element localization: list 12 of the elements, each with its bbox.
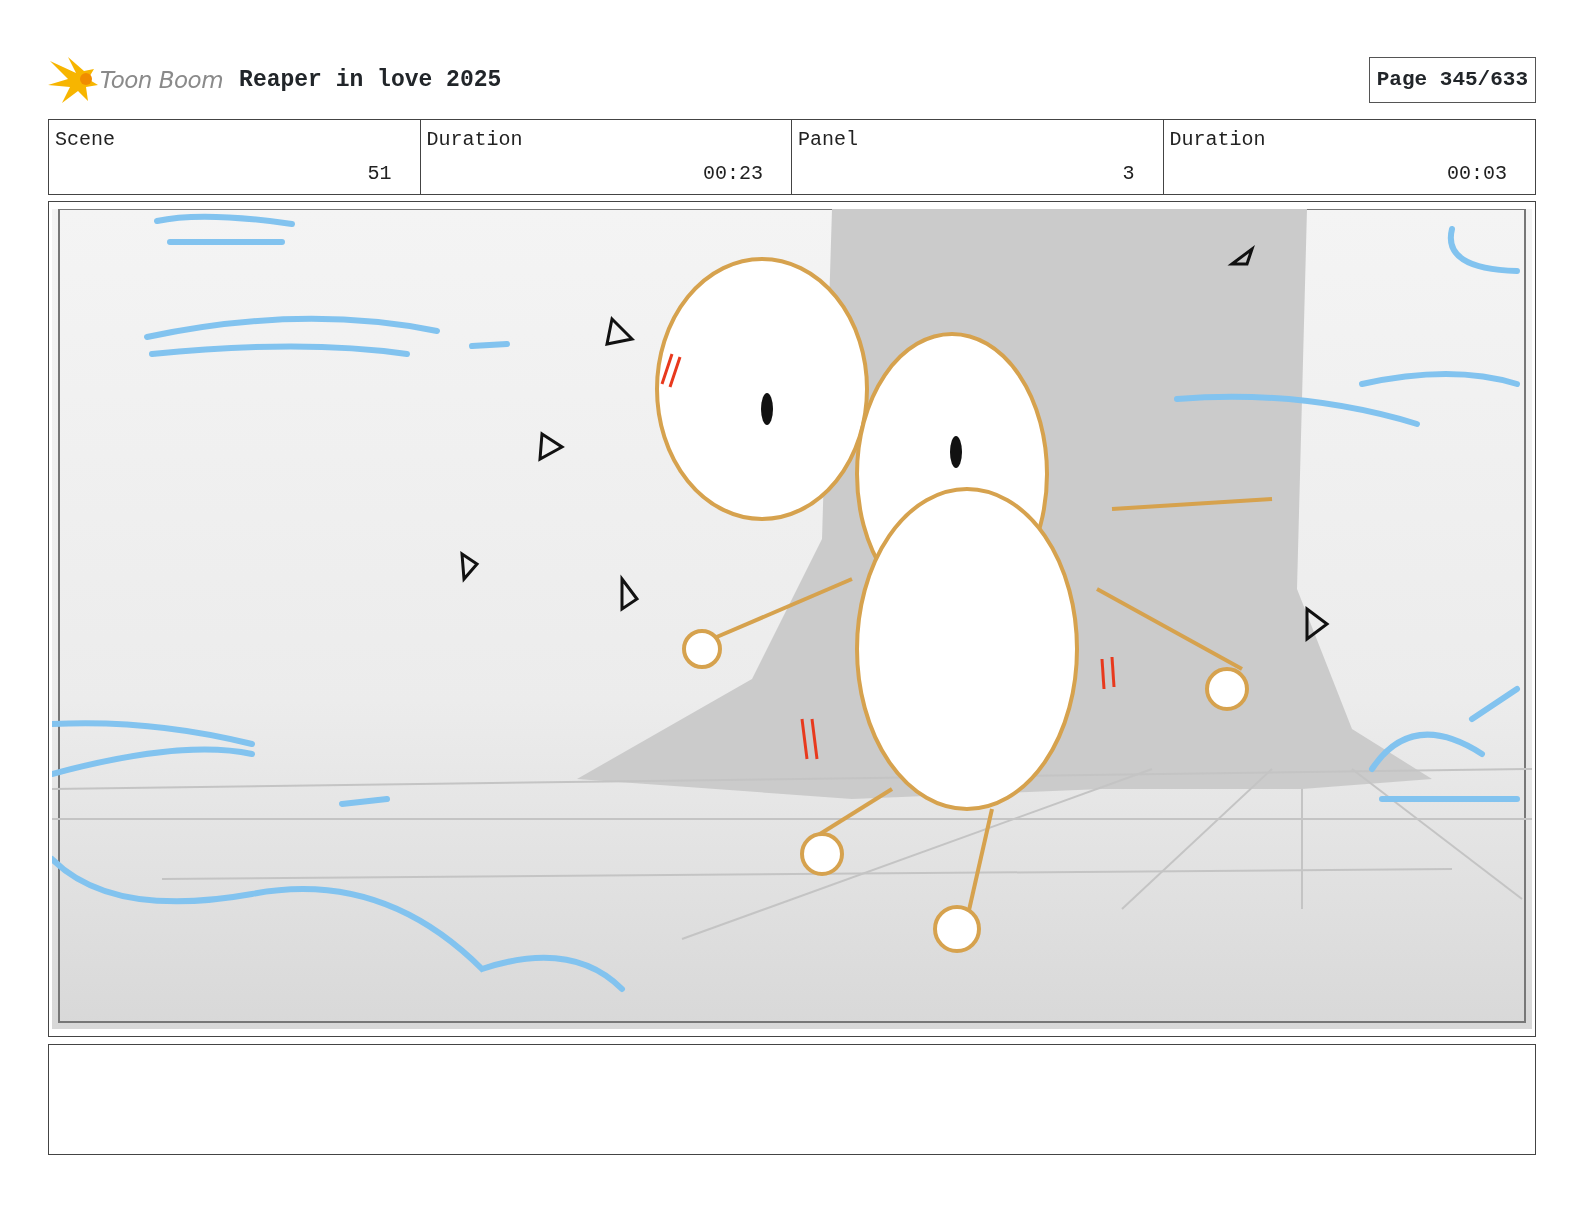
starburst-logo-icon [48, 55, 100, 105]
field-value: 00:23 [703, 161, 763, 187]
project-title: Reaper in love 2025 [239, 65, 502, 95]
logo-wordmark: Toon Boom [100, 65, 224, 95]
field-label: Duration [426, 127, 523, 153]
field-label: Panel [798, 127, 858, 153]
field-value: 51 [367, 161, 392, 187]
field-value: 3 [1122, 161, 1135, 187]
field-label: Duration [1169, 127, 1266, 153]
page-number: Page 345/633 [1368, 57, 1536, 103]
field-label: Scene [55, 127, 115, 153]
field-value: 00:03 [1447, 161, 1507, 187]
